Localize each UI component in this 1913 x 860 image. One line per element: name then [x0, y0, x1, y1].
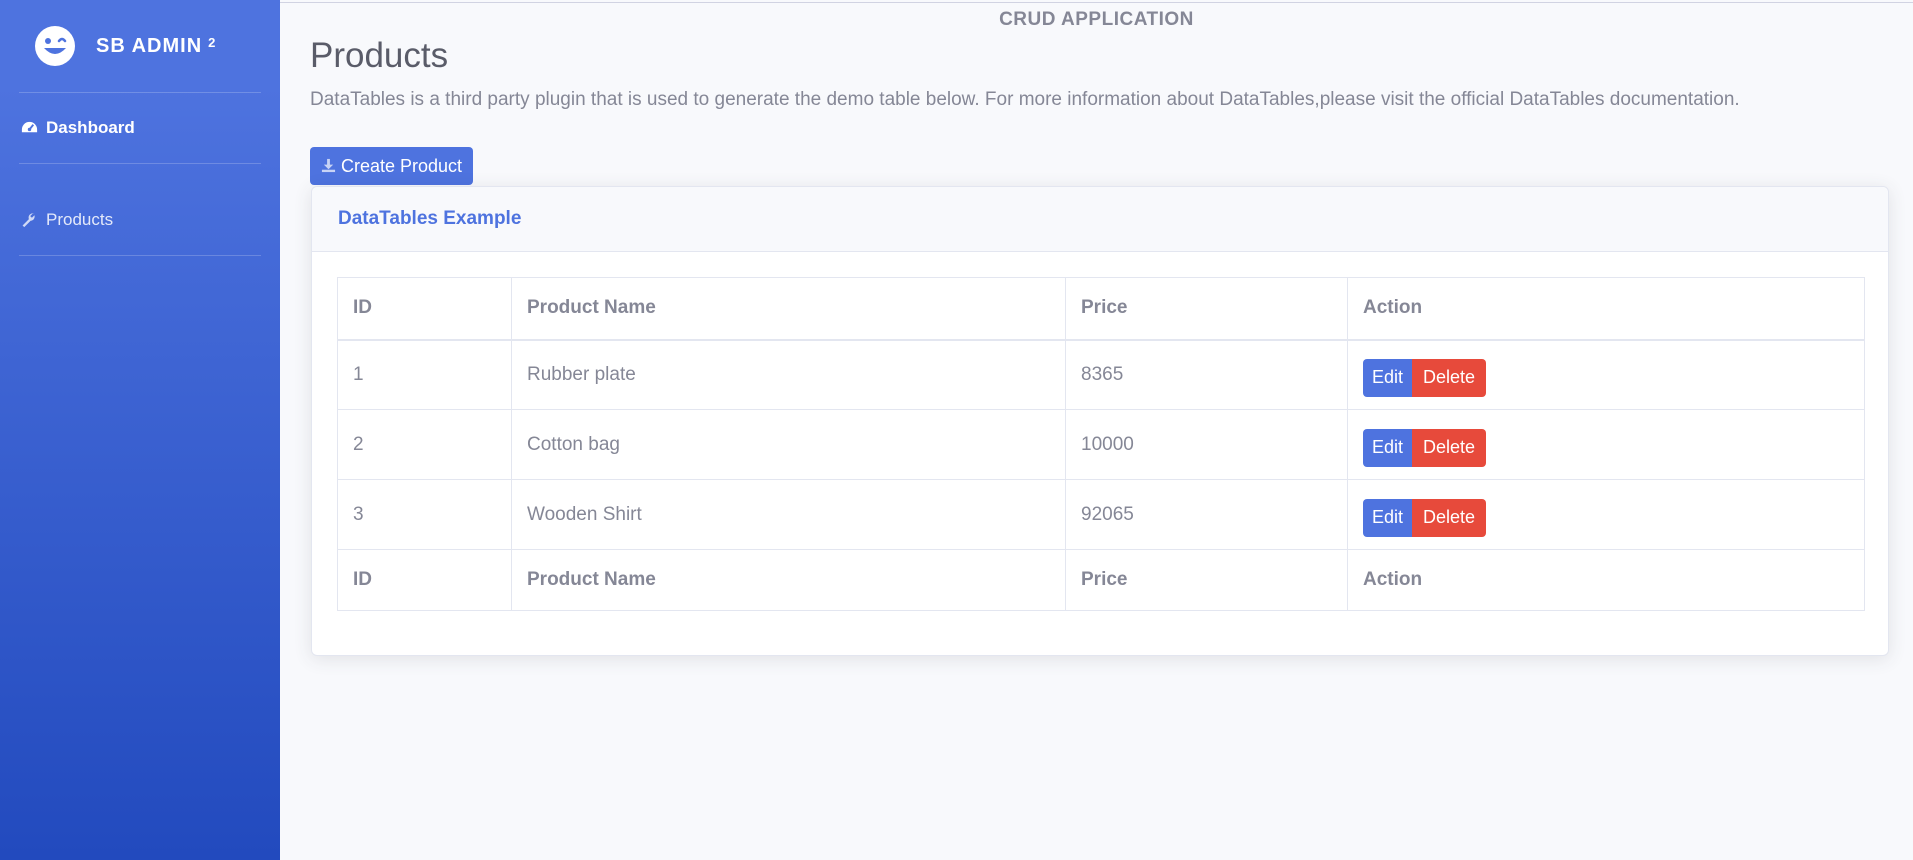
column-header-id[interactable]: ID [337, 277, 512, 341]
page-description: DataTables is a third party plugin that … [310, 89, 1740, 110]
cell-product-name: Wooden Shirt [511, 479, 1066, 550]
sidebar-item-dashboard[interactable]: Dashboard [0, 93, 280, 163]
card-title: DataTables Example [338, 208, 522, 229]
column-header-action[interactable]: Action [1347, 277, 1865, 341]
table-body: 1 Rubber plate 8365 Edit Delete 2 Cotton … [337, 339, 1865, 550]
footer-header-id: ID [337, 549, 512, 611]
cell-price: 8365 [1065, 339, 1348, 410]
datatable-card: DataTables Example ID Product Name Price… [311, 186, 1889, 656]
create-product-button[interactable]: Create Product [310, 147, 474, 185]
table-footer: ID Product Name Price Action [337, 549, 1865, 611]
table-row: 2 Cotton bag 10000 Edit Delete [337, 409, 1865, 480]
footer-header-price: Price [1065, 549, 1348, 611]
page-title: Products [310, 36, 449, 75]
card-header: DataTables Example [312, 187, 1888, 252]
products-table: ID Product Name Price Action 1 Rubber pl… [337, 277, 1865, 611]
app-title: CRUD APPLICATION [999, 9, 1194, 30]
app-root: SB ADMIN 2 Dashboard Products CRUD APPLI… [0, 0, 1913, 860]
cell-product-name: Rubber plate [511, 339, 1066, 410]
sidebar-brand[interactable]: SB ADMIN 2 [0, 0, 280, 92]
column-header-product-name[interactable]: Product Name [511, 277, 1066, 341]
delete-button[interactable]: Delete [1412, 428, 1487, 467]
cell-action: Edit Delete [1347, 339, 1865, 410]
main-content: CRUD APPLICATION Products DataTables is … [280, 0, 1913, 860]
wrench-icon [20, 211, 39, 230]
footer-header-action: Action [1347, 549, 1865, 611]
cell-action: Edit Delete [1347, 479, 1865, 550]
brand-sup: 2 [208, 34, 217, 50]
edit-button[interactable]: Edit [1363, 358, 1413, 397]
cell-action: Edit Delete [1347, 409, 1865, 480]
cell-price: 92065 [1065, 479, 1348, 550]
delete-button[interactable]: Delete [1412, 358, 1487, 397]
delete-button[interactable]: Delete [1412, 498, 1487, 537]
cell-id: 2 [337, 409, 512, 480]
sidebar: SB ADMIN 2 Dashboard Products [0, 0, 280, 860]
brand-text: SB ADMIN [96, 34, 203, 57]
column-header-price[interactable]: Price [1065, 277, 1348, 341]
sidebar-item-label: Dashboard [46, 118, 135, 137]
sidebar-divider [19, 255, 261, 256]
create-product-label: Create Product [341, 155, 463, 176]
table-row: 3 Wooden Shirt 92065 Edit Delete [337, 479, 1865, 550]
laugh-wink-icon [34, 25, 76, 67]
sidebar-item-products[interactable]: Products [0, 185, 280, 255]
sidebar-item-label: Products [46, 210, 114, 229]
table-header: ID Product Name Price Action [337, 277, 1865, 341]
table-row: 1 Rubber plate 8365 Edit Delete [337, 339, 1865, 410]
edit-button[interactable]: Edit [1363, 428, 1413, 467]
cell-price: 10000 [1065, 409, 1348, 480]
footer-header-product-name: Product Name [511, 549, 1066, 611]
tachometer-icon [20, 119, 39, 138]
edit-button[interactable]: Edit [1363, 498, 1413, 537]
cell-id: 3 [337, 479, 512, 550]
download-icon [321, 158, 337, 174]
cell-id: 1 [337, 339, 512, 410]
cell-product-name: Cotton bag [511, 409, 1066, 480]
